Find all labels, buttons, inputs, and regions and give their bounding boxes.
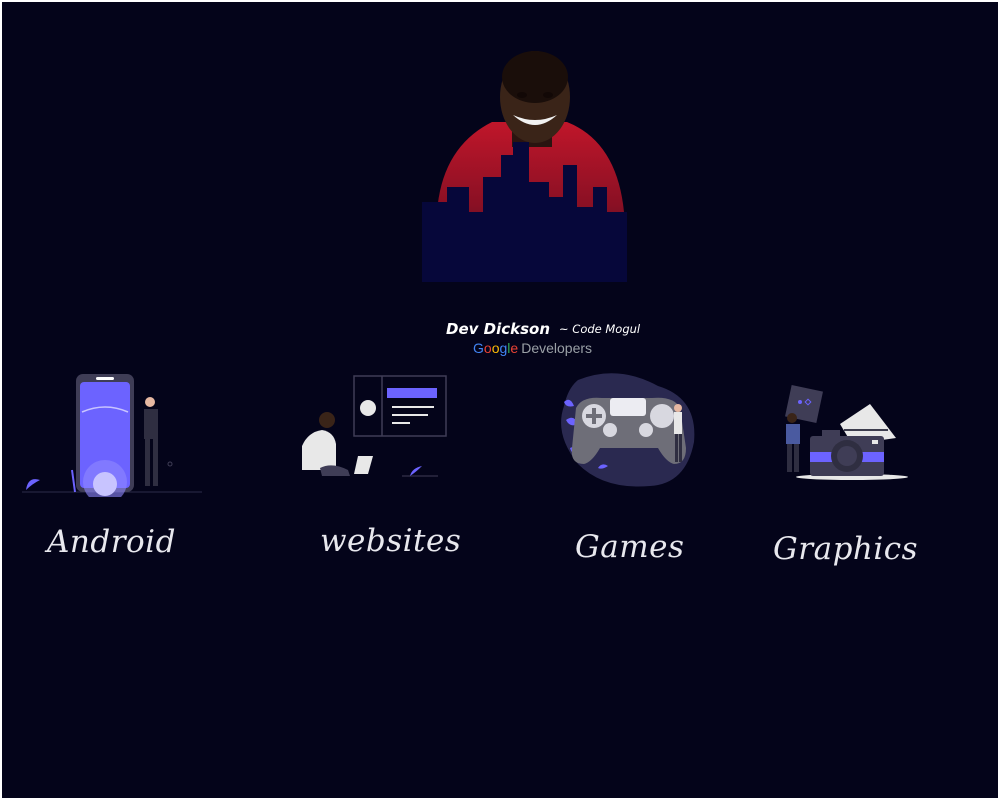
games-illustration bbox=[561, 373, 695, 487]
page-background: Dev Dickson ~ Code Mogul Google Developer… bbox=[2, 2, 998, 798]
android-illustration bbox=[22, 374, 202, 497]
profile-identity: Dev Dickson ~ Code Mogul Google Developer… bbox=[446, 320, 686, 360]
android-service-label: Android bbox=[47, 524, 176, 560]
graphics-illustration bbox=[785, 385, 908, 480]
developers-wordmark: Developers bbox=[521, 340, 593, 356]
graphics-service-label: Graphics bbox=[773, 531, 919, 567]
google-wordmark: Google bbox=[473, 340, 519, 356]
developer-tagline: ~ Code Mogul bbox=[559, 322, 641, 336]
profile-portrait bbox=[422, 51, 627, 282]
websites-illustration bbox=[302, 375, 447, 477]
games-service-label: Games bbox=[575, 529, 685, 565]
developer-name: Dev Dickson bbox=[446, 320, 550, 338]
google-developers-logo: Google Developers bbox=[473, 340, 592, 357]
websites-service-label: websites bbox=[320, 523, 462, 559]
